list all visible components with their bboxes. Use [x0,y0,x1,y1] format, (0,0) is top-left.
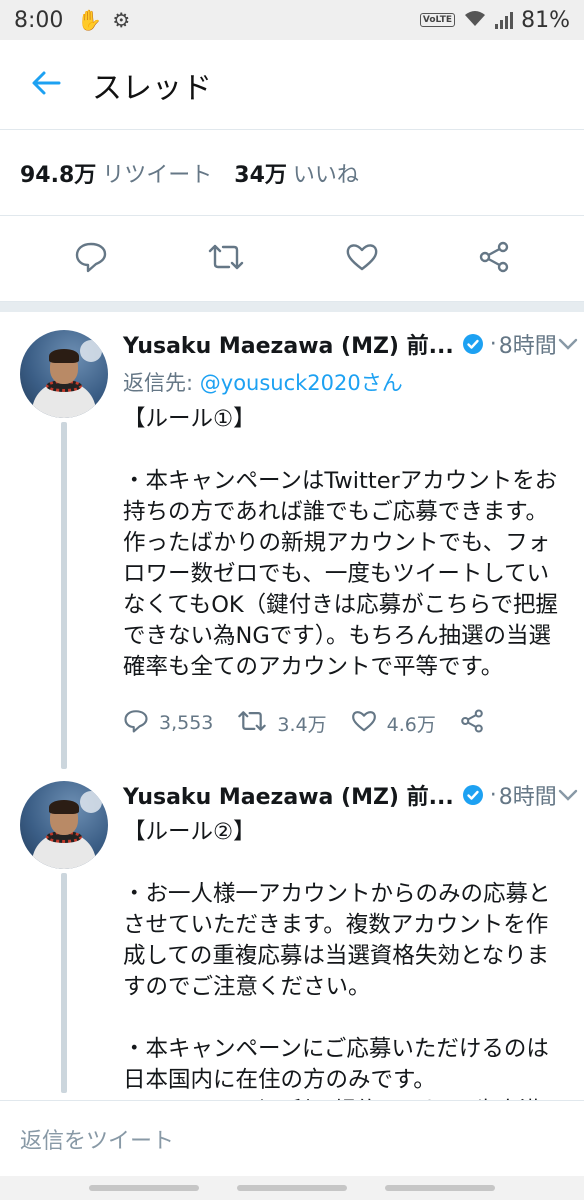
retweet-button[interactable]: 3.4万 [237,709,327,738]
main-tweet-actions [0,216,584,302]
back-button[interactable] [0,70,92,100]
thread-tweet[interactable]: Yusaku Maezawa (MZ) 前... · 8時間 返信先: @you… [0,312,584,769]
reply-to-prefix: 返信先: [123,371,200,395]
thread-connector [61,873,67,1093]
separator-dot: · [489,331,497,357]
retweet-button[interactable] [207,242,245,276]
retweet-icon [237,709,267,738]
separator-dot: · [489,782,497,808]
volte-badge: VoLTE [419,13,456,27]
status-bar: 8:00 ✋ ⚙ VoLTE 81% [0,0,584,40]
author-name[interactable]: Yusaku Maezawa (MZ) 前... [123,779,454,811]
status-time: 8:00 [14,7,64,33]
retweet-label[interactable]: リツイート [102,157,212,189]
reply-to-line: 返信先: @yousuck2020さん [123,366,562,400]
author-name[interactable]: Yusaku Maezawa (MZ) 前... [123,328,454,360]
signal-icon [495,11,514,29]
app-bar: スレッド [0,40,584,130]
verified-badge-icon [462,333,484,355]
page-title: スレッド [92,70,212,106]
share-icon [478,241,510,277]
heart-icon [345,242,379,276]
tweet-menu-button[interactable] [557,332,579,357]
tweet-actions: 3,553 3.4万 4.6万 [123,691,562,755]
reply-icon [74,241,108,277]
share-button[interactable] [478,241,510,277]
tweet-time[interactable]: 8時間 [499,328,557,360]
tweet-time[interactable]: 8時間 [499,779,557,811]
thread-connector [61,422,67,769]
thread-tweet[interactable]: Yusaku Maezawa (MZ) 前... · 8時間 【ルール②】 ・お… [0,755,584,1127]
battery-level: 81% [521,7,570,33]
like-label[interactable]: いいね [293,157,359,189]
tweet-text: 【ルール①】 ・本キャンペーンはTwitterアカウントをお持ちの方であれば誰で… [123,406,558,680]
section-divider [0,302,584,312]
avatar[interactable] [20,781,108,869]
nav-back-button[interactable] [385,1185,495,1191]
chevron-down-icon [557,783,579,808]
hand-notification-icon: ✋ [77,8,103,32]
reply-button[interactable]: 3,553 [123,709,213,738]
nav-home-button[interactable] [237,1185,347,1191]
app-notification-icon: ⚙ [112,8,131,32]
share-button[interactable] [460,708,484,738]
retweet-count: 3.4万 [277,713,327,736]
like-count: 4.6万 [386,713,436,736]
nav-recent-button[interactable] [89,1185,199,1191]
retweet-count[interactable]: 94.8万 [20,157,96,189]
retweet-icon [207,242,245,276]
like-count[interactable]: 34万 [234,157,287,189]
reply-icon [123,709,149,738]
wifi-icon [463,8,487,33]
avatar[interactable] [20,330,108,418]
reply-count: 3,553 [159,712,214,734]
tweet-stats: 94.8万 リツイート 34万 いいね [0,130,584,216]
like-button[interactable]: 4.6万 [351,709,436,738]
chevron-down-icon [557,332,579,357]
reply-compose-input[interactable]: 返信をツイート [0,1100,584,1176]
reply-to-handle[interactable]: @yousuck2020さん [200,371,403,395]
compose-placeholder: 返信をツイート [20,1128,175,1154]
system-nav-bar [0,1176,584,1200]
share-icon [460,708,484,738]
verified-badge-icon [462,784,484,806]
like-button[interactable] [345,242,379,276]
reply-button[interactable] [74,241,108,277]
tweet-text: 【ルール②】 ・お一人様一アカウントからのみの応募とさせていただきます。複数アカ… [123,819,551,1124]
heart-icon [351,709,377,738]
back-arrow-icon [31,70,61,100]
tweet-menu-button[interactable] [557,783,579,808]
